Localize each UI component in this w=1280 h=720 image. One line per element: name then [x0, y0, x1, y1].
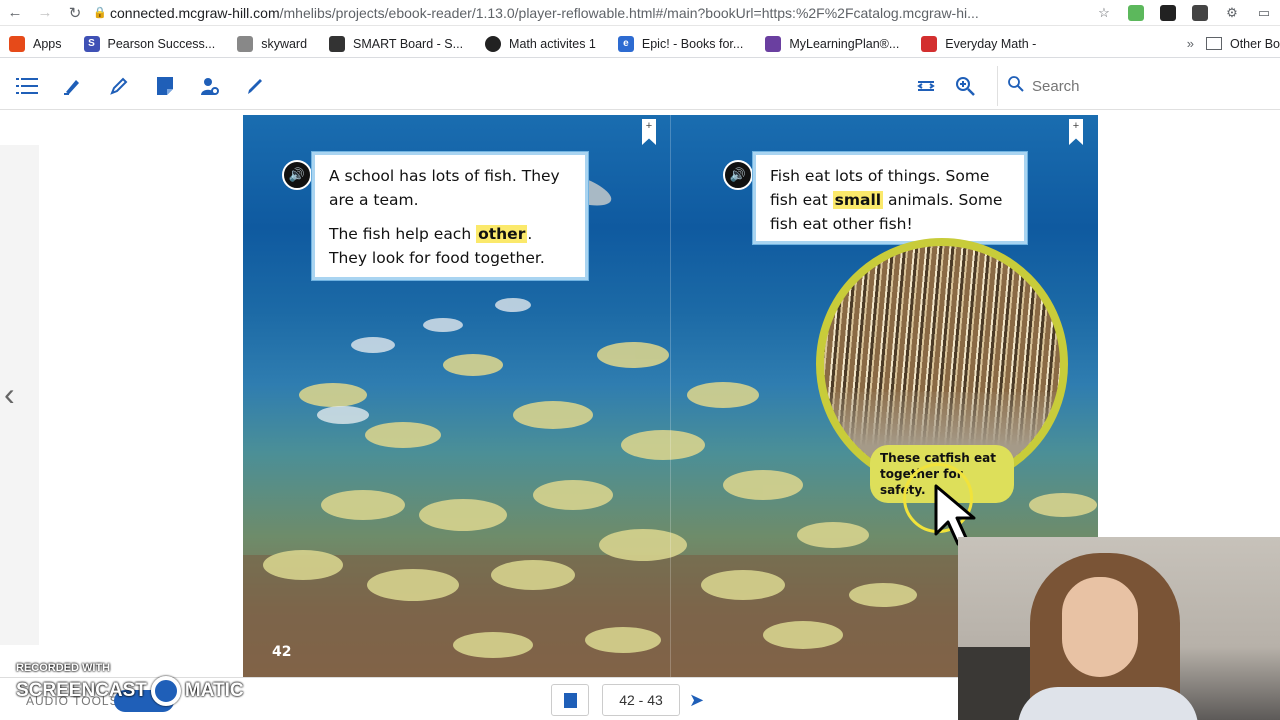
search-input[interactable]: [1032, 77, 1272, 95]
recorded-with-label: RECORDED WITH: [16, 662, 111, 674]
skyward-icon: [237, 35, 254, 52]
zoom-in-icon[interactable]: [953, 74, 977, 98]
pen-icon[interactable]: [107, 74, 131, 98]
lock-icon[interactable]: 🔒: [90, 6, 110, 19]
globe-icon: [485, 35, 502, 52]
browser-url-bar: ← → ↻ 🔒 connected.mcgraw-hill.com/mhelib…: [0, 0, 1280, 26]
user-settings-icon[interactable]: [198, 74, 222, 98]
bookmark-mylearningplan[interactable]: MyLearningPlan®...: [765, 35, 900, 52]
bookmark-label: Pearson Success...: [107, 36, 216, 51]
apps-grid-icon: [9, 35, 25, 52]
play-audio-left-icon[interactable]: 🔊: [282, 160, 312, 190]
extensions-puzzle-icon[interactable]: ⚙: [1216, 1, 1248, 25]
back-icon[interactable]: ←: [0, 1, 30, 25]
bookmarks-bar: Apps S Pearson Success... skyward SMART B…: [0, 30, 1280, 58]
brand-left: SCREENCAST: [16, 680, 147, 701]
more-bookmarks-chevron[interactable]: »: [1187, 36, 1194, 51]
page-range-indicator[interactable]: 42 - 43: [602, 684, 680, 716]
extension-news-icon[interactable]: [1184, 1, 1216, 25]
url-path: /mhelibs/projects/ebook-reader/1.13.0/pl…: [279, 4, 979, 21]
extension-qr-icon[interactable]: [1152, 1, 1184, 25]
mylearningplan-icon: [765, 35, 782, 52]
forward-icon[interactable]: →: [30, 1, 60, 25]
notes-icon[interactable]: [153, 74, 177, 98]
folder-icon: [1205, 37, 1222, 50]
table-of-contents-icon[interactable]: [15, 74, 39, 98]
bookmark-label: Apps: [33, 36, 62, 51]
bookmark-other[interactable]: Other Bo: [1205, 36, 1280, 51]
highlighter-icon[interactable]: [60, 74, 84, 98]
star-icon[interactable]: ☆: [1088, 1, 1120, 25]
url-host: connected.mcgraw-hill.com: [110, 4, 280, 21]
brand-right: MATIC: [184, 680, 244, 701]
bookmark-label: Epic! - Books for...: [641, 36, 744, 51]
stop-audio-button[interactable]: [551, 684, 589, 716]
smart-board-icon: [329, 35, 346, 52]
screencast-logo-icon: [150, 676, 181, 706]
previous-page-icon[interactable]: ‹: [4, 376, 15, 413]
bookmark-smart-board[interactable]: SMART Board - S...: [329, 35, 464, 52]
search-icon: [1008, 75, 1024, 97]
page-number: 42: [272, 644, 292, 660]
bookmark-math-activities[interactable]: Math activites 1: [485, 35, 596, 52]
bookmark-skyward[interactable]: skyward: [237, 35, 308, 52]
mcgraw-hill-icon: [921, 35, 938, 52]
bookmark-label: SMART Board - S...: [353, 36, 464, 51]
bookmark-label: skyward: [261, 36, 308, 51]
stop-icon: [563, 692, 577, 708]
pencil-icon[interactable]: [243, 74, 267, 98]
address-field[interactable]: connected.mcgraw-hill.com/mhelibs/projec…: [110, 5, 1088, 21]
bookmark-apps[interactable]: Apps: [9, 35, 62, 52]
reader-toolbar: [0, 62, 1280, 110]
reload-icon[interactable]: ↻: [60, 1, 90, 25]
right-text-paragraph: Fish eat lots of things. Some fish eat s…: [770, 164, 1010, 236]
fit-width-icon[interactable]: [914, 74, 938, 98]
left-text-paragraph-2: The fish help each other. They look for …: [329, 222, 571, 270]
highlighted-word-small[interactable]: small: [832, 191, 884, 209]
bookmark-everyday-math[interactable]: Everyday Math -: [921, 35, 1037, 52]
screencast-matic-logo: SCREENCAST MATIC: [16, 676, 244, 706]
left-text-paragraph-1: A school has lots of fish. They are a te…: [329, 167, 560, 209]
highlighted-word-other[interactable]: other: [476, 225, 528, 243]
left-page-textbox: A school has lots of fish. They are a te…: [312, 152, 588, 280]
extension-green-icon[interactable]: [1120, 1, 1152, 25]
pearson-icon: S: [83, 35, 100, 52]
cast-icon[interactable]: ▭: [1248, 1, 1280, 25]
presenter-shirt: [1018, 687, 1198, 720]
epic-icon: e: [617, 35, 634, 52]
bookmark-label: Math activites 1: [509, 36, 596, 51]
bookmark-label: Everyday Math -: [945, 36, 1037, 51]
webcam-overlay: [958, 537, 1280, 720]
play-audio-right-icon[interactable]: 🔊: [723, 160, 753, 190]
right-page-textbox: Fish eat lots of things. Some fish eat s…: [753, 152, 1027, 244]
bookmark-pearson[interactable]: S Pearson Success...: [83, 35, 216, 52]
left-text-part: The fish help each: [329, 225, 477, 243]
search-box[interactable]: [997, 66, 1280, 106]
next-page-icon[interactable]: ➤: [689, 690, 704, 711]
bookmark-label: Other Bo: [1229, 36, 1280, 51]
presenter-face: [1062, 577, 1138, 677]
screencast-watermark: RECORDED WITH SCREENCAST MATIC: [16, 662, 244, 706]
page-gutter: [670, 115, 671, 677]
bookmark-label: MyLearningPlan®...: [789, 36, 900, 51]
bookmark-epic[interactable]: e Epic! - Books for...: [617, 35, 744, 52]
